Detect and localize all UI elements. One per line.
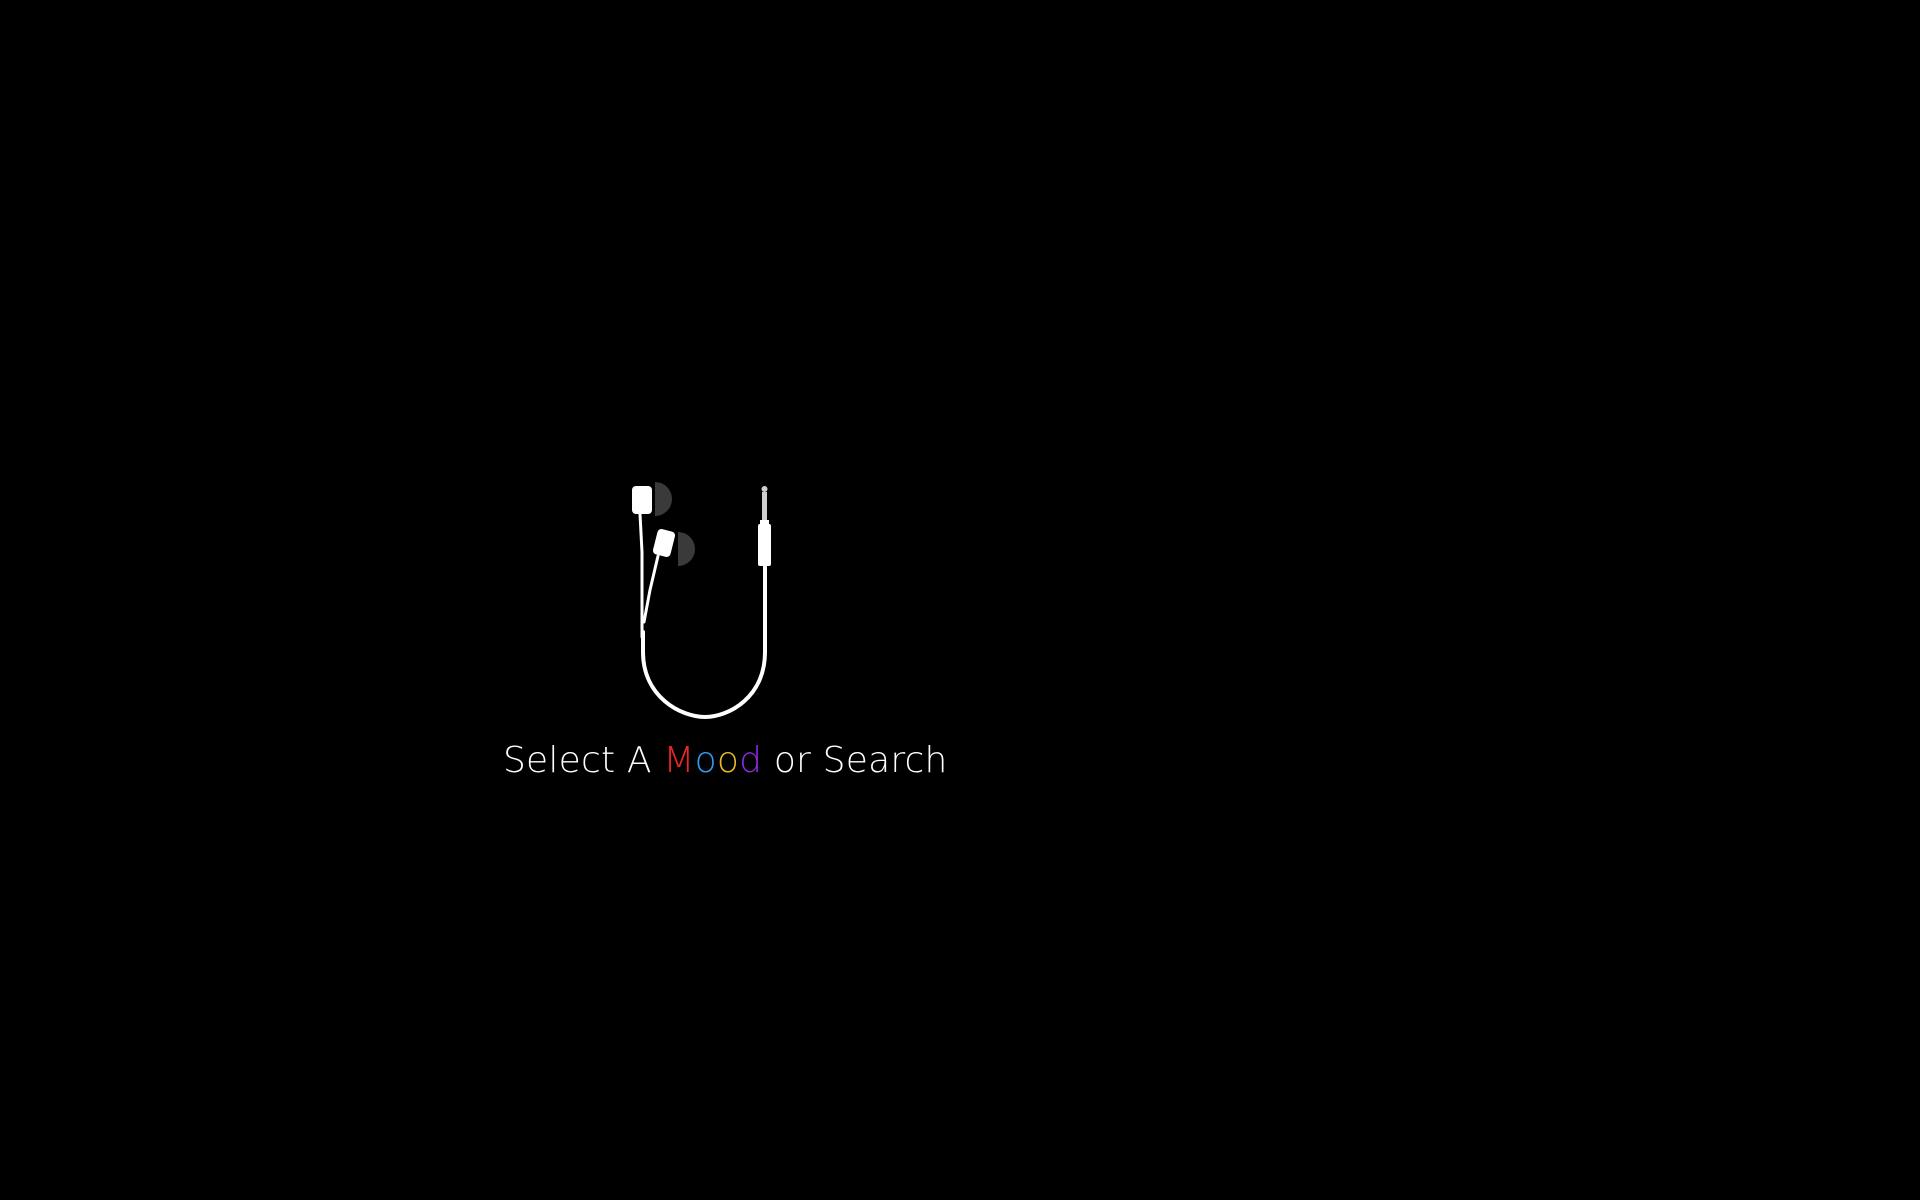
mood-letter-o2: o [716,740,740,781]
select-mood-prompt: Select A Mood or Search [503,737,947,787]
empty-state-screen: Select A Mood or Search [0,0,1920,1200]
prompt-prefix: Select A [503,740,664,781]
earphones-icon [632,482,771,720]
mood-letter-d: d [739,740,763,781]
mood-letter-m: M [663,740,695,781]
prompt-suffix: or Search [762,740,948,781]
mood-letter-o1: o [694,740,717,781]
